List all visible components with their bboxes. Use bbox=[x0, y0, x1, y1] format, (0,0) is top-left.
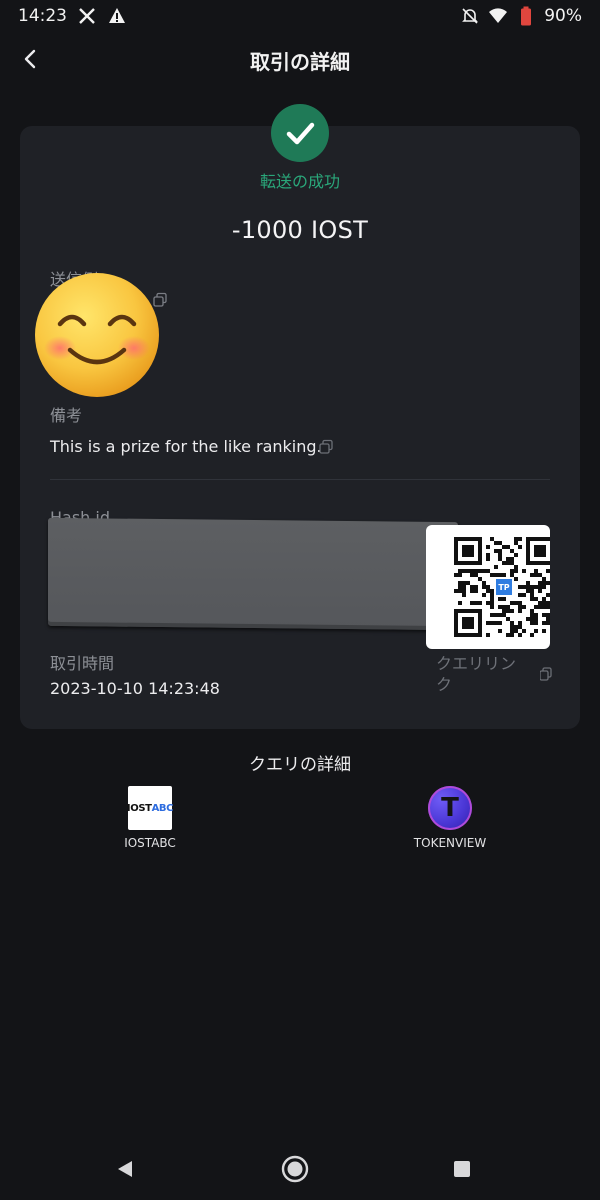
battery-icon bbox=[516, 6, 536, 26]
transaction-detail-screen: 14:23 90% 取引の詳細 転送の成功 -1000 IOST 備考 This… bbox=[0, 0, 600, 1200]
tokenview-logo-letter: T bbox=[441, 793, 459, 823]
transaction-amount: -1000 IOST bbox=[231, 216, 369, 244]
explorer-name: TOKENVIEW bbox=[413, 836, 487, 850]
battery-percentage: 90% bbox=[544, 6, 582, 26]
status-time: 14:23 bbox=[18, 6, 67, 26]
tokenview-logo-icon: T bbox=[428, 786, 472, 830]
system-navigation-bar bbox=[0, 1140, 600, 1200]
x-logo-icon bbox=[77, 6, 97, 26]
nav-home-button[interactable] bbox=[280, 1154, 310, 1184]
nav-back-button[interactable] bbox=[110, 1154, 140, 1184]
query-link-label[interactable]: クエリリンク bbox=[436, 653, 531, 695]
copy-icon[interactable] bbox=[318, 439, 334, 455]
bell-off-icon bbox=[460, 6, 480, 26]
nav-recents-button[interactable] bbox=[447, 1154, 477, 1184]
status-bar: 14:23 90% bbox=[0, 0, 600, 32]
iostabc-logo-accent: ABC bbox=[151, 802, 174, 814]
transaction-time-label: 取引時間 bbox=[50, 654, 115, 673]
memo-label: 備考 bbox=[50, 406, 83, 425]
smiling-emoji-icon bbox=[35, 273, 159, 397]
transfer-status: 転送の成功 bbox=[259, 172, 340, 191]
svg-text:TP: TP bbox=[498, 583, 509, 592]
explorer-iostabc[interactable]: IOST ABC IOSTABC bbox=[85, 786, 215, 850]
app-header: 取引の詳細 bbox=[0, 36, 600, 82]
explorer-name: IOSTABC bbox=[124, 836, 176, 850]
iostabc-logo-main: IOST bbox=[126, 802, 152, 814]
status-left: 14:23 bbox=[18, 6, 127, 26]
transaction-time-value: 2023-10-10 14:23:48 bbox=[50, 679, 220, 698]
qr-code-image: TP bbox=[454, 537, 554, 637]
divider bbox=[50, 479, 550, 480]
qr-code[interactable]: TP bbox=[426, 525, 554, 649]
query-details-title: クエリの詳細 bbox=[249, 755, 351, 775]
circle-home-icon bbox=[281, 1155, 309, 1183]
warning-icon bbox=[107, 6, 127, 26]
explorer-tokenview[interactable]: T TOKENVIEW bbox=[385, 786, 515, 850]
success-check-icon bbox=[271, 104, 329, 162]
square-recents-icon bbox=[454, 1161, 470, 1177]
copy-icon[interactable] bbox=[540, 666, 552, 682]
status-right: 90% bbox=[460, 6, 582, 26]
wifi-icon bbox=[488, 6, 508, 26]
triangle-back-icon bbox=[118, 1161, 132, 1177]
redaction-overlay bbox=[48, 517, 458, 631]
memo-value: This is a prize for the like ranking. bbox=[50, 437, 322, 456]
page-title: 取引の詳細 bbox=[250, 50, 350, 74]
iostabc-logo-icon: IOST ABC bbox=[126, 786, 174, 830]
